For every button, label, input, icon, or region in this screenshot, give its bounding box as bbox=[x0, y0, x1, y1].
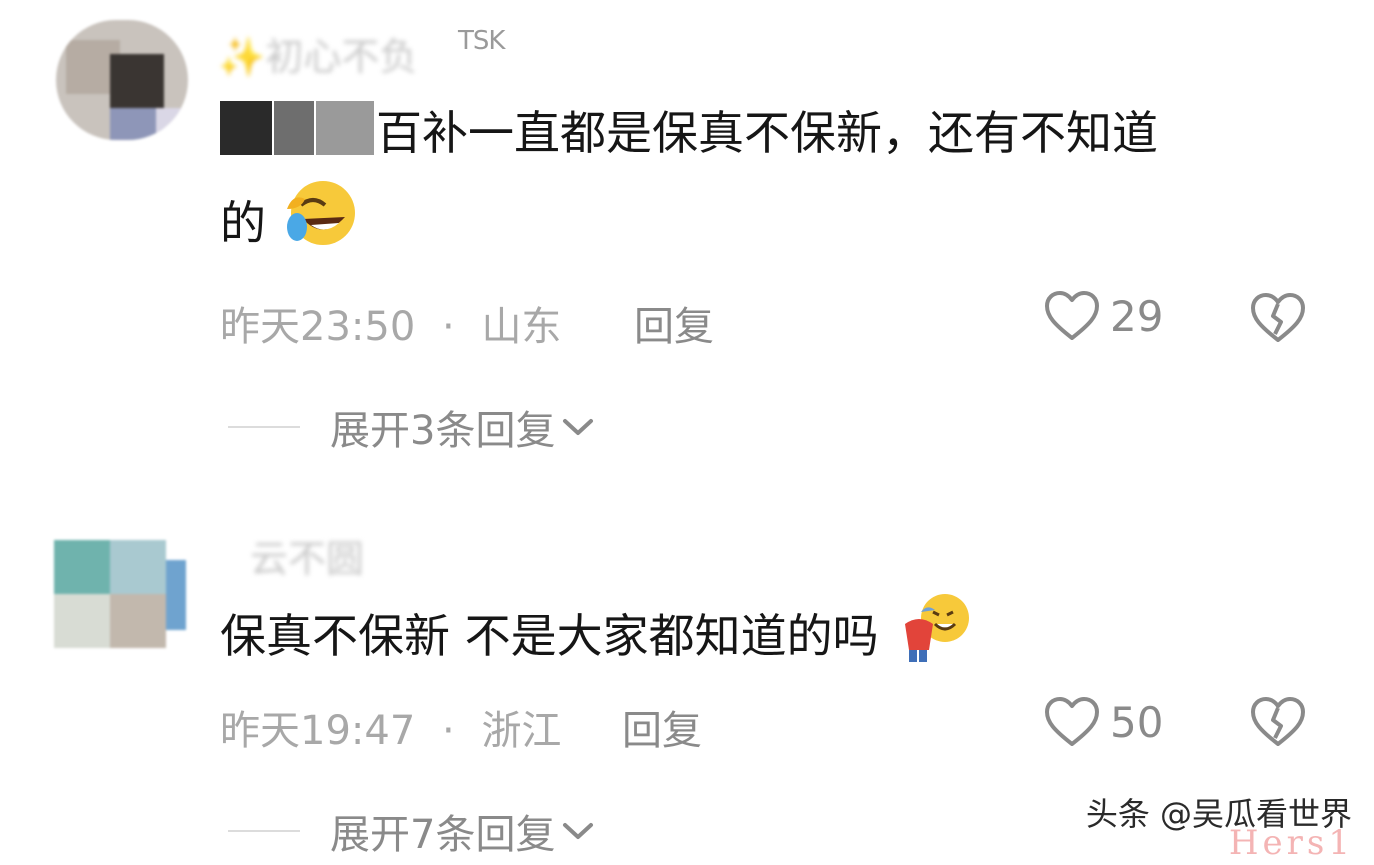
dislike-button[interactable] bbox=[1250, 292, 1306, 348]
comment-text-line1: 保真不保新 不是大家都知道的吗 bbox=[220, 609, 879, 663]
expand-replies-label: 展开7条回复 bbox=[330, 812, 556, 858]
corner-watermark: Hers1 bbox=[1228, 823, 1354, 863]
like-button[interactable]: 29 bbox=[1044, 290, 1163, 342]
meta-separator: · bbox=[442, 304, 455, 350]
expand-replies-button[interactable]: 展开7条回复 bbox=[228, 802, 595, 860]
redaction-mosaic bbox=[274, 101, 314, 155]
chevron-down-icon bbox=[563, 823, 594, 839]
reply-button[interactable]: 回复 bbox=[634, 294, 714, 352]
username[interactable]: ✨初心不负 bbox=[218, 26, 417, 81]
comment-text-line1: 百补一直都是保真不保新，还有不知道 bbox=[376, 106, 1158, 160]
chevron-down-icon bbox=[563, 419, 594, 435]
divider-line bbox=[228, 830, 300, 832]
avatar[interactable] bbox=[56, 20, 188, 140]
comment-meta: 昨天19:47 · 浙江 bbox=[220, 698, 561, 756]
reply-button[interactable]: 回复 bbox=[622, 698, 702, 756]
avatar[interactable] bbox=[54, 540, 186, 648]
comment-text: 百补一直都是保真不保新，还有不知道 bbox=[220, 88, 1158, 178]
heart-icon bbox=[1045, 291, 1099, 340]
broken-heart-icon bbox=[1251, 293, 1305, 342]
comment-time: 昨天23:50 bbox=[220, 304, 416, 350]
dislike-button[interactable] bbox=[1250, 696, 1306, 752]
meta-separator: · bbox=[442, 708, 455, 754]
expand-replies-label: 展开3条回复 bbox=[330, 408, 556, 454]
comment-meta: 昨天23:50 · 山东 bbox=[220, 294, 561, 352]
user-badge: TSK bbox=[458, 26, 505, 56]
username[interactable]: 云不圆 bbox=[250, 528, 364, 583]
broken-heart-icon bbox=[1251, 697, 1305, 746]
redaction-mosaic bbox=[220, 101, 272, 155]
bowing-laughing-emoji-icon bbox=[905, 594, 970, 662]
like-count: 29 bbox=[1110, 291, 1164, 341]
comment-text-line2: 的 bbox=[220, 196, 266, 250]
comment-location: 浙江 bbox=[481, 708, 562, 754]
heart-icon bbox=[1045, 697, 1099, 746]
like-button[interactable]: 50 bbox=[1044, 696, 1163, 748]
comment-location: 山东 bbox=[481, 304, 562, 350]
expand-replies-button[interactable]: 展开3条回复 bbox=[228, 398, 595, 456]
divider-line bbox=[228, 426, 300, 428]
comment-text-line2-wrap: 的 bbox=[220, 178, 361, 268]
comment-text: 保真不保新 不是大家都知道的吗 bbox=[220, 588, 977, 681]
like-count: 50 bbox=[1110, 697, 1164, 747]
rolling-laughing-emoji-icon bbox=[286, 181, 355, 245]
comment-time: 昨天19:47 bbox=[220, 708, 416, 754]
redaction-mosaic bbox=[316, 101, 374, 155]
